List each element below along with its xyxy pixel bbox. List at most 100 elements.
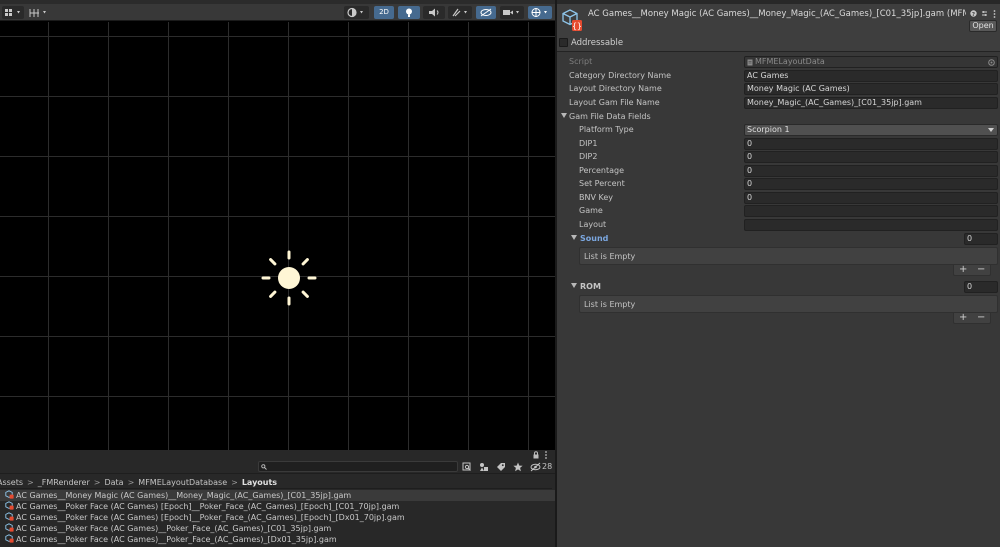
2d-toggle-button[interactable]: 2D bbox=[374, 6, 394, 19]
platform-label: Platform Type bbox=[579, 125, 634, 134]
percentage-label: Percentage bbox=[579, 166, 625, 175]
gam-file-row: Layout Gam File Name Money_Magic_(AC_Gam… bbox=[557, 97, 1000, 110]
remove-item-button[interactable]: − bbox=[977, 313, 985, 323]
draw-mode-dropdown[interactable] bbox=[2, 6, 24, 19]
help-icon[interactable]: ? bbox=[970, 10, 977, 17]
file-name: AC Games__Poker Face (AC Games)__Poker_F… bbox=[16, 524, 332, 533]
dip2-field[interactable]: 0 bbox=[744, 151, 998, 163]
layout-dir-label: Layout Directory Name bbox=[569, 84, 662, 93]
audio-toggle-icon[interactable] bbox=[423, 6, 445, 19]
kebab-menu-icon[interactable] bbox=[544, 451, 548, 459]
scriptable-object-icon bbox=[5, 490, 14, 499]
scene-view[interactable]: 2D bbox=[0, 0, 555, 450]
platform-value: Scorpion 1 bbox=[747, 125, 790, 134]
gam-file-field[interactable]: Money_Magic_(AC_Games)_[C01_35jp].gam bbox=[744, 97, 998, 109]
filter-by-type-icon[interactable] bbox=[479, 462, 489, 472]
percentage-row: Percentage 0 bbox=[557, 165, 1000, 178]
open-button[interactable]: Open bbox=[969, 20, 997, 32]
file-list-item[interactable]: AC Games__Poker Face (AC Games)__Poker_F… bbox=[0, 523, 555, 534]
breadcrumb-item[interactable]: _FMRenderer bbox=[38, 478, 90, 487]
game-row: Game bbox=[557, 205, 1000, 218]
inspector-panel: {} AC Games__Money Magic (AC Games)__Mon… bbox=[557, 0, 1000, 547]
scriptable-object-icon bbox=[5, 501, 14, 510]
sound-empty-text: List is Empty bbox=[584, 252, 636, 261]
addressable-checkbox[interactable] bbox=[559, 38, 568, 47]
remove-item-button[interactable]: − bbox=[977, 265, 985, 275]
percentage-field[interactable]: 0 bbox=[744, 165, 998, 177]
scene-grid bbox=[0, 22, 555, 450]
add-item-button[interactable]: + bbox=[959, 313, 967, 323]
file-name: AC Games__Poker Face (AC Games)__Poker_F… bbox=[16, 535, 337, 544]
sound-list: List is Empty bbox=[579, 247, 998, 265]
rom-list: List is Empty bbox=[579, 295, 998, 313]
hidden-packages-icon[interactable] bbox=[530, 462, 541, 472]
kebab-menu-icon[interactable] bbox=[993, 10, 996, 18]
layout-label: Layout bbox=[579, 220, 607, 229]
sun-icon[interactable] bbox=[261, 250, 317, 306]
favorite-star-icon[interactable] bbox=[513, 462, 523, 472]
file-list-item[interactable]: AC Games__Poker Face (AC Games) [Epoch]_… bbox=[0, 501, 555, 512]
sound-count-field[interactable]: 0 bbox=[964, 233, 998, 245]
file-name: AC Games__Poker Face (AC Games) [Epoch]_… bbox=[16, 502, 400, 511]
gizmos-dropdown[interactable] bbox=[528, 6, 552, 19]
bnv-field[interactable]: 0 bbox=[744, 192, 998, 204]
breadcrumb-item[interactable]: Data bbox=[104, 478, 123, 487]
breadcrumb-item[interactable]: Assets bbox=[0, 478, 23, 487]
lock-icon[interactable] bbox=[532, 451, 540, 459]
set-percent-field[interactable]: 0 bbox=[744, 178, 998, 190]
scriptable-object-icon bbox=[5, 512, 14, 521]
bnv-label: BNV Key bbox=[579, 193, 613, 202]
dip2-label: DIP2 bbox=[579, 152, 598, 161]
search-input[interactable] bbox=[258, 461, 458, 472]
filter-by-label-icon[interactable] bbox=[496, 462, 506, 472]
object-picker-icon bbox=[988, 59, 995, 66]
sound-foldout[interactable]: Sound 0 bbox=[557, 233, 1000, 246]
add-item-button[interactable]: + bbox=[959, 265, 967, 275]
script-field: MFMELayoutData bbox=[744, 56, 998, 68]
shading-mode-dropdown[interactable] bbox=[344, 6, 369, 19]
breadcrumb-separator: > bbox=[93, 478, 101, 487]
category-row: Category Directory Name AC Games bbox=[557, 70, 1000, 83]
layout-row: Layout bbox=[557, 219, 1000, 232]
category-field[interactable]: AC Games bbox=[744, 70, 998, 82]
rom-empty-text: List is Empty bbox=[584, 300, 636, 309]
search-scope-icon[interactable] bbox=[462, 462, 472, 472]
foldout-arrow-icon bbox=[571, 283, 577, 288]
script-value: MFMELayoutData bbox=[755, 57, 825, 66]
dip1-field[interactable]: 0 bbox=[744, 138, 998, 150]
sound-label: Sound bbox=[580, 234, 609, 243]
preset-icon[interactable] bbox=[981, 10, 988, 17]
file-list-item[interactable]: AC Games__Money Magic (AC Games)__Money_… bbox=[0, 490, 555, 501]
rom-count-field[interactable]: 0 bbox=[964, 281, 998, 293]
effects-dropdown[interactable] bbox=[448, 6, 472, 19]
chevron-down-icon bbox=[988, 128, 994, 132]
game-label: Game bbox=[579, 206, 603, 215]
gam-fields-foldout[interactable]: Gam File Data Fields bbox=[557, 111, 1000, 124]
rom-foldout[interactable]: ROM 0 bbox=[557, 281, 1000, 294]
foldout-arrow-icon bbox=[561, 113, 567, 118]
platform-dropdown[interactable]: Scorpion 1 bbox=[744, 124, 998, 136]
search-icon bbox=[261, 464, 267, 470]
scriptable-object-icon bbox=[5, 534, 14, 543]
breadcrumb-item[interactable]: MFMELayoutDatabase bbox=[138, 478, 227, 487]
layout-field[interactable] bbox=[744, 219, 998, 231]
gizmo-grid-dropdown[interactable] bbox=[27, 6, 51, 19]
file-list-item[interactable]: AC Games__Poker Face (AC Games) [Epoch]_… bbox=[0, 512, 555, 523]
foldout-arrow-icon bbox=[571, 235, 577, 240]
project-browser: 28 Assets>_FMRenderer>Data>MFMELayoutDat… bbox=[0, 450, 555, 547]
addressable-label: Addressable bbox=[571, 38, 624, 48]
breadcrumb-item[interactable]: Layouts bbox=[242, 478, 277, 487]
dip1-row: DIP1 0 bbox=[557, 138, 1000, 151]
camera-dropdown[interactable] bbox=[500, 6, 524, 19]
gam-fields-label: Gam File Data Fields bbox=[569, 112, 651, 121]
lighting-toggle-icon[interactable] bbox=[398, 6, 420, 19]
category-label: Category Directory Name bbox=[569, 71, 672, 80]
layout-dir-field[interactable]: Money Magic (AC Games) bbox=[744, 83, 998, 95]
script-row: Script MFMELayoutData bbox=[557, 56, 1000, 69]
file-list: AC Games__Money Magic (AC Games)__Money_… bbox=[0, 490, 555, 545]
file-list-item[interactable]: AC Games__Poker Face (AC Games)__Poker_F… bbox=[0, 534, 555, 545]
game-field[interactable] bbox=[744, 205, 998, 217]
sound-list-footer: + − bbox=[953, 265, 991, 276]
scene-visibility-icon[interactable] bbox=[476, 6, 496, 19]
rom-list-footer: + − bbox=[953, 313, 991, 324]
